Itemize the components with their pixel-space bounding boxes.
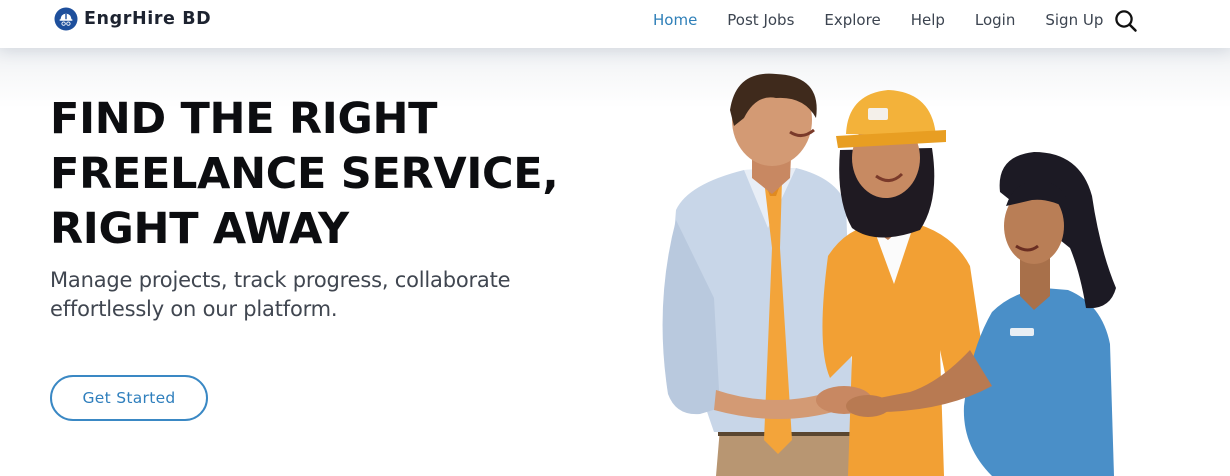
nav-help[interactable]: Help — [911, 11, 945, 29]
nav-home[interactable]: Home — [653, 11, 697, 29]
team-handshake-illustration — [662, 73, 1116, 476]
hero-title-line-1: FIND THE RIGHT — [50, 94, 438, 144]
hero-subtitle: Manage projects, track progress, collabo… — [50, 266, 610, 324]
hero-title: FIND THE RIGHT FREELANCE SERVICE, RIGHT … — [50, 92, 650, 257]
hero-title-line-2: FREELANCE SERVICE, — [50, 149, 559, 199]
main-nav: Home Post Jobs Explore Help Login Sign U… — [653, 11, 1103, 29]
hero-subtitle-line-2: effortlessly on our platform. — [50, 297, 338, 321]
engineer-helmet-logo-icon — [54, 7, 78, 31]
brand-logo[interactable]: EngrHire BD — [54, 6, 211, 32]
nav-explore[interactable]: Explore — [824, 11, 880, 29]
search-icon[interactable] — [1113, 8, 1139, 34]
site-header: EngrHire BD Home Post Jobs Explore Help … — [0, 0, 1230, 48]
hero-subtitle-line-1: Manage projects, track progress, collabo… — [50, 268, 511, 292]
nav-login[interactable]: Login — [975, 11, 1015, 29]
nav-post-jobs[interactable]: Post Jobs — [727, 11, 794, 29]
man-figure — [662, 73, 854, 476]
get-started-button[interactable]: Get Started — [50, 375, 208, 421]
hero-title-line-3: RIGHT AWAY — [50, 204, 349, 254]
nav-sign-up[interactable]: Sign Up — [1045, 11, 1103, 29]
brand-name: EngrHire BD — [84, 9, 212, 29]
